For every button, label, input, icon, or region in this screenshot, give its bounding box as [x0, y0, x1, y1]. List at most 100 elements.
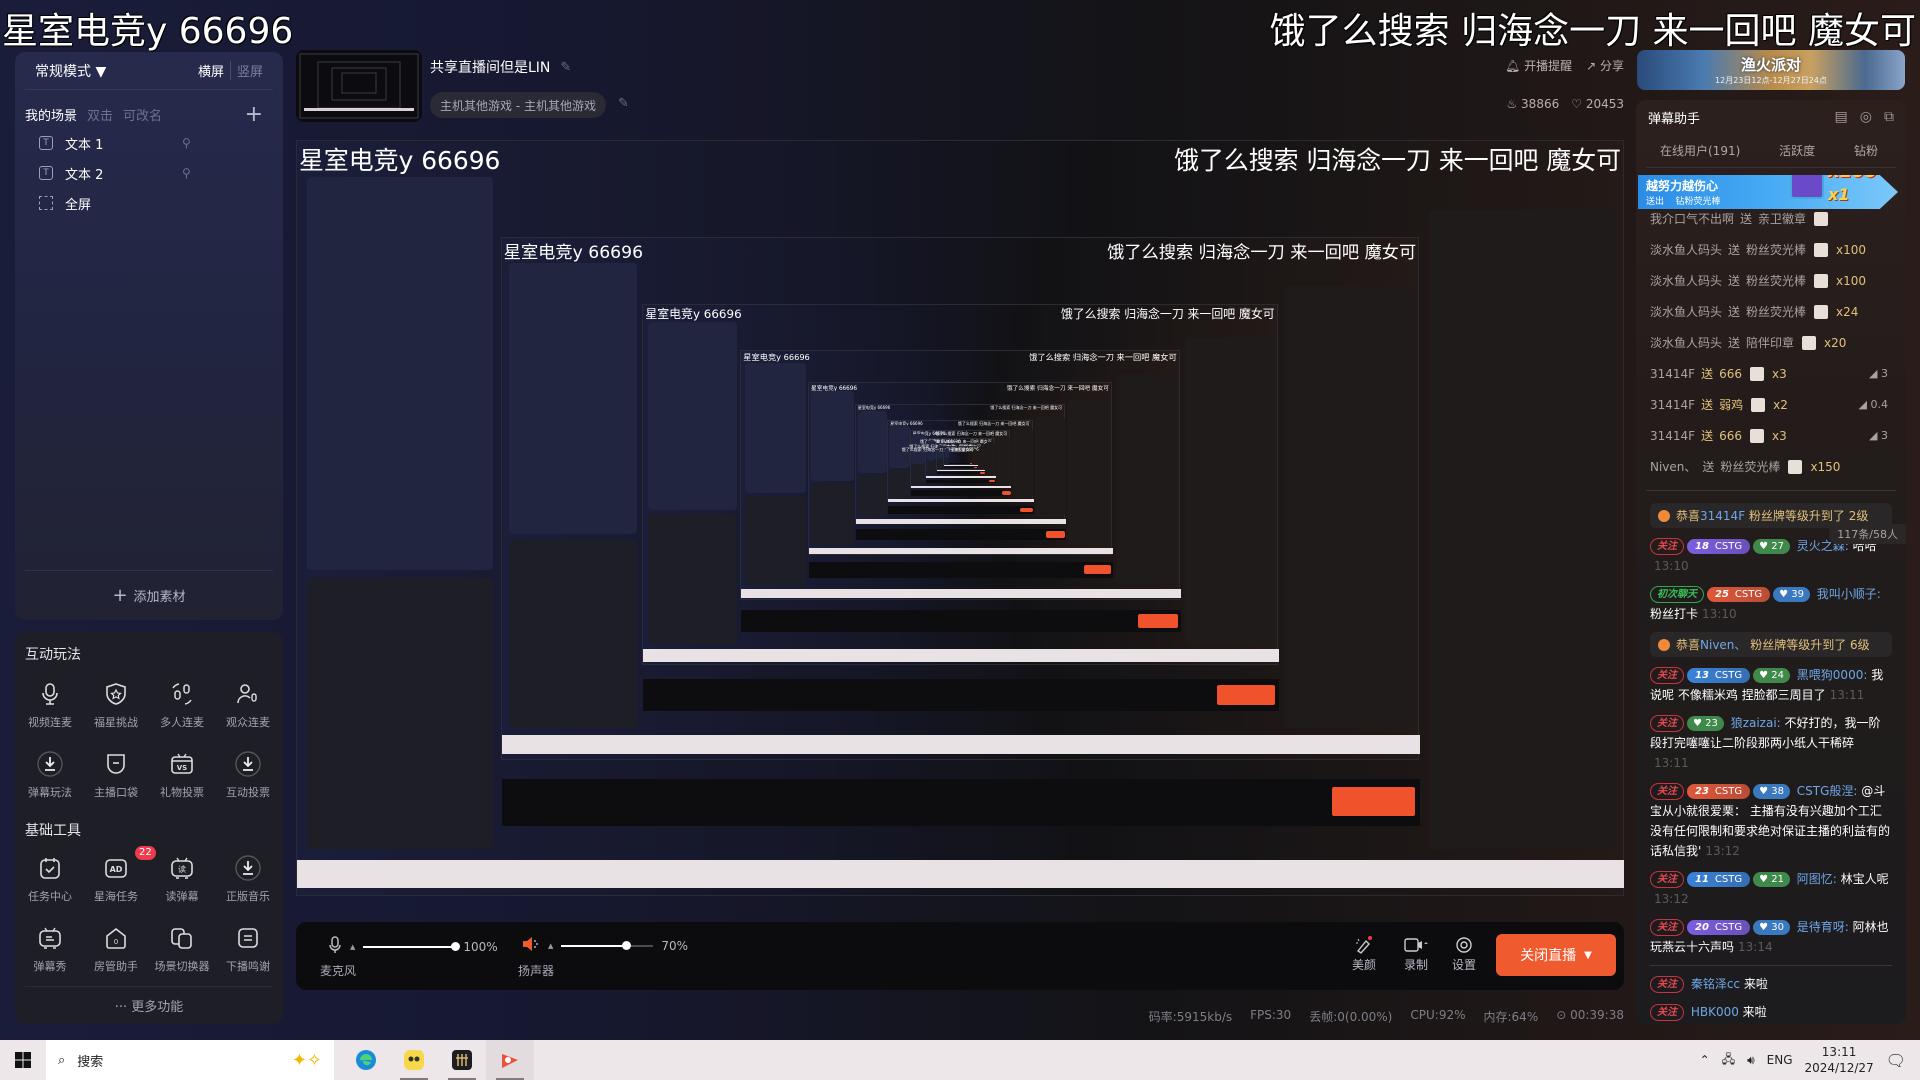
edit-title-icon[interactable]: ✎ — [560, 60, 571, 75]
mirror-overlay-right: 饿了么搜索 归海念一刀 来一回吧 魔女可 — [990, 405, 1063, 411]
chat-username[interactable]: 狼zaizai: — [1727, 716, 1785, 730]
stream-cover-thumbnail[interactable] — [296, 50, 422, 122]
settings-button[interactable]: 设置 — [1452, 934, 1476, 973]
chat-username[interactable]: 黑喂狗0000: — [1793, 668, 1871, 682]
scene-item[interactable]: T 文本 1 ⚲ — [15, 128, 283, 158]
tool-read-danmu[interactable]: 读读弹幕 — [149, 848, 215, 910]
language-indicator[interactable]: ENG — [1767, 1053, 1793, 1067]
tool-pocket[interactable]: 主播口袋 — [83, 744, 149, 806]
follow-tag[interactable]: 关注 — [1650, 715, 1684, 732]
chat-list[interactable]: 恭喜31414F 粉丝牌等级升到了 2级 关注 18 CSTG ♥ 27 灵火之森: 哈… — [1636, 491, 1906, 1022]
danmu-tab[interactable]: 在线用户(191) — [1660, 142, 1740, 159]
speaker-device-caret[interactable]: ▲ — [548, 942, 553, 950]
system-user[interactable]: Niven、 — [1700, 638, 1746, 652]
tool-house[interactable]: 0 房管助手 — [83, 918, 149, 980]
tool-ad[interactable]: AD 星海任务 22 — [83, 846, 156, 910]
follow-tag[interactable]: 关注 — [1650, 667, 1684, 684]
chat-username[interactable]: 我叫小顺子: — [1813, 587, 1881, 601]
music-app-icon[interactable] — [438, 1040, 486, 1080]
pin-icon[interactable]: ⚲ — [182, 136, 191, 150]
speaker-icon[interactable] — [522, 936, 540, 956]
danmu-tab[interactable]: 钻粉 — [1854, 142, 1878, 159]
mic-volume-slider[interactable] — [363, 942, 461, 951]
first-chat-tag[interactable]: 初次聊天 — [1650, 586, 1704, 603]
tool-list[interactable]: 下播鸣谢 — [215, 918, 281, 980]
edge-browser-icon[interactable] — [342, 1040, 390, 1080]
gift-sender[interactable]: 我介口气不出啊 — [1650, 210, 1734, 227]
mirror-control-bar — [643, 678, 1279, 712]
speaker-volume-slider[interactable] — [561, 941, 654, 950]
tool-audience-mic[interactable]: 观众连麦 — [215, 674, 281, 736]
mic-device-caret[interactable]: ▲ — [350, 943, 355, 951]
system-user[interactable]: 31414F — [1700, 509, 1745, 523]
tool-download-circle[interactable]: 正版音乐 — [215, 848, 281, 910]
tool-tv[interactable]: 弹幕秀 — [17, 918, 83, 980]
volume-icon[interactable]: 🔊︎ — [1747, 1053, 1755, 1068]
danmu-tab[interactable]: 活跃度 — [1779, 142, 1815, 159]
system-clock[interactable]: 13:11 2024/12/27 — [1805, 1044, 1874, 1076]
live-reminder-button[interactable]: 🔔︎ 开播提醒 — [1505, 57, 1572, 74]
gift-verb: 送 — [1701, 398, 1714, 412]
chat-username[interactable]: 阿图忆: — [1793, 872, 1841, 886]
tool-download-circle[interactable]: 弹幕玩法 — [17, 744, 83, 806]
tool-mic[interactable]: 视频连麦 — [17, 674, 83, 736]
gift-sender[interactable]: 31414F — [1650, 429, 1695, 443]
gift-sender[interactable]: 淡水鱼人码头 — [1650, 334, 1722, 351]
danmu-tabs: 在线用户(191) 活跃度 钻粉 — [1646, 134, 1896, 168]
tool-task-check[interactable]: 任务中心 — [17, 848, 83, 910]
popout-icon[interactable]: ⧉ — [1884, 109, 1894, 125]
mode-dropdown[interactable]: 常规模式 ▼ — [35, 61, 106, 81]
record-button[interactable]: 录制 — [1404, 934, 1428, 973]
gear-icon[interactable]: ◎ — [1860, 109, 1872, 125]
tool-vs[interactable]: VS 礼物投票 — [149, 744, 215, 806]
gift-sender[interactable]: 31414F — [1650, 398, 1695, 412]
follow-tag[interactable]: 关注 — [1650, 976, 1684, 993]
gift-sender[interactable]: 淡水鱼人码头 — [1650, 272, 1722, 289]
notification-icon[interactable]: 🗨︎ — [1886, 1051, 1906, 1070]
network-icon[interactable]: 🖧︎ — [1722, 1050, 1735, 1071]
event-banner[interactable]: 渔火派对 12月23日12点-12月27日24点 — [1637, 50, 1905, 90]
beauty-button[interactable]: 美颜 — [1352, 934, 1376, 973]
live-preview-canvas[interactable]: 星室电竞y 66696 饿了么搜索 归海念一刀 来一回吧 魔女可 星室电竞y 666… — [296, 140, 1624, 896]
scene-item[interactable]: T 文本 2 ⚲ — [15, 158, 283, 188]
edit-category-icon[interactable]: ✎ — [618, 96, 629, 111]
category-pill[interactable]: 主机其他游戏 - 主机其他游戏 — [430, 92, 606, 118]
follow-tag[interactable]: 关注 — [1650, 919, 1684, 936]
follow-tag[interactable]: 关注 — [1650, 871, 1684, 888]
taskbar-search[interactable]: ⌕ 搜索 ✦✧ — [46, 1040, 334, 1080]
speaker-volume-knob[interactable] — [621, 941, 631, 950]
list-icon[interactable]: ▤ — [1835, 109, 1848, 125]
system-text: 恭喜31414F 粉丝牌等级升到了 2级 — [1676, 509, 1869, 523]
tool-download-circle[interactable]: 互动投票 — [215, 744, 281, 806]
landscape-tab[interactable]: 横屏 — [198, 61, 224, 80]
follow-tag[interactable]: 关注 — [1650, 783, 1684, 800]
add-material-button[interactable]: + 添加素材 — [25, 570, 273, 620]
chat-username[interactable]: CSTG般涅: — [1793, 784, 1861, 798]
entry-username[interactable]: 秦铭泽cc — [1687, 977, 1744, 991]
raccoon-app-icon[interactable] — [390, 1040, 438, 1080]
entry-username[interactable]: HBK000 — [1687, 1005, 1743, 1019]
follow-tag[interactable]: 关注 — [1650, 1004, 1684, 1021]
stop-live-button[interactable]: 关闭直播 ▼ — [1496, 934, 1616, 976]
start-button[interactable] — [0, 1040, 46, 1080]
gift-icon — [1802, 335, 1817, 350]
scene-item[interactable]: 全屏 — [15, 188, 283, 218]
tool-multi-mic[interactable]: 多人连麦 — [149, 674, 215, 736]
follow-tag[interactable]: 关注 — [1650, 538, 1684, 555]
pin-icon[interactable]: ⚲ — [182, 166, 191, 180]
gift-sender[interactable]: Niven、 — [1650, 458, 1696, 475]
gift-sender[interactable]: 31414F — [1650, 367, 1695, 381]
add-scene-button[interactable]: + — [245, 102, 263, 127]
gift-sender[interactable]: 淡水鱼人码头 — [1650, 241, 1722, 258]
tray-overflow-icon[interactable]: ⌃ — [1700, 1053, 1710, 1067]
more-functions-button[interactable]: ··· 更多功能 — [25, 986, 273, 1024]
share-button[interactable]: ↗ 分享 — [1586, 57, 1624, 74]
microphone-icon[interactable] — [328, 936, 342, 958]
mic-volume-knob[interactable] — [451, 942, 461, 951]
gift-sender[interactable]: 淡水鱼人码头 — [1650, 303, 1722, 320]
live-assistant-app-icon[interactable] — [486, 1040, 534, 1080]
tool-shield-star[interactable]: 福星挑战 — [83, 674, 149, 736]
portrait-tab[interactable]: 竖屏 — [229, 61, 263, 80]
tool-switch[interactable]: 场景切换器 — [149, 918, 215, 980]
chat-username[interactable]: 是待育呀: — [1793, 920, 1853, 934]
